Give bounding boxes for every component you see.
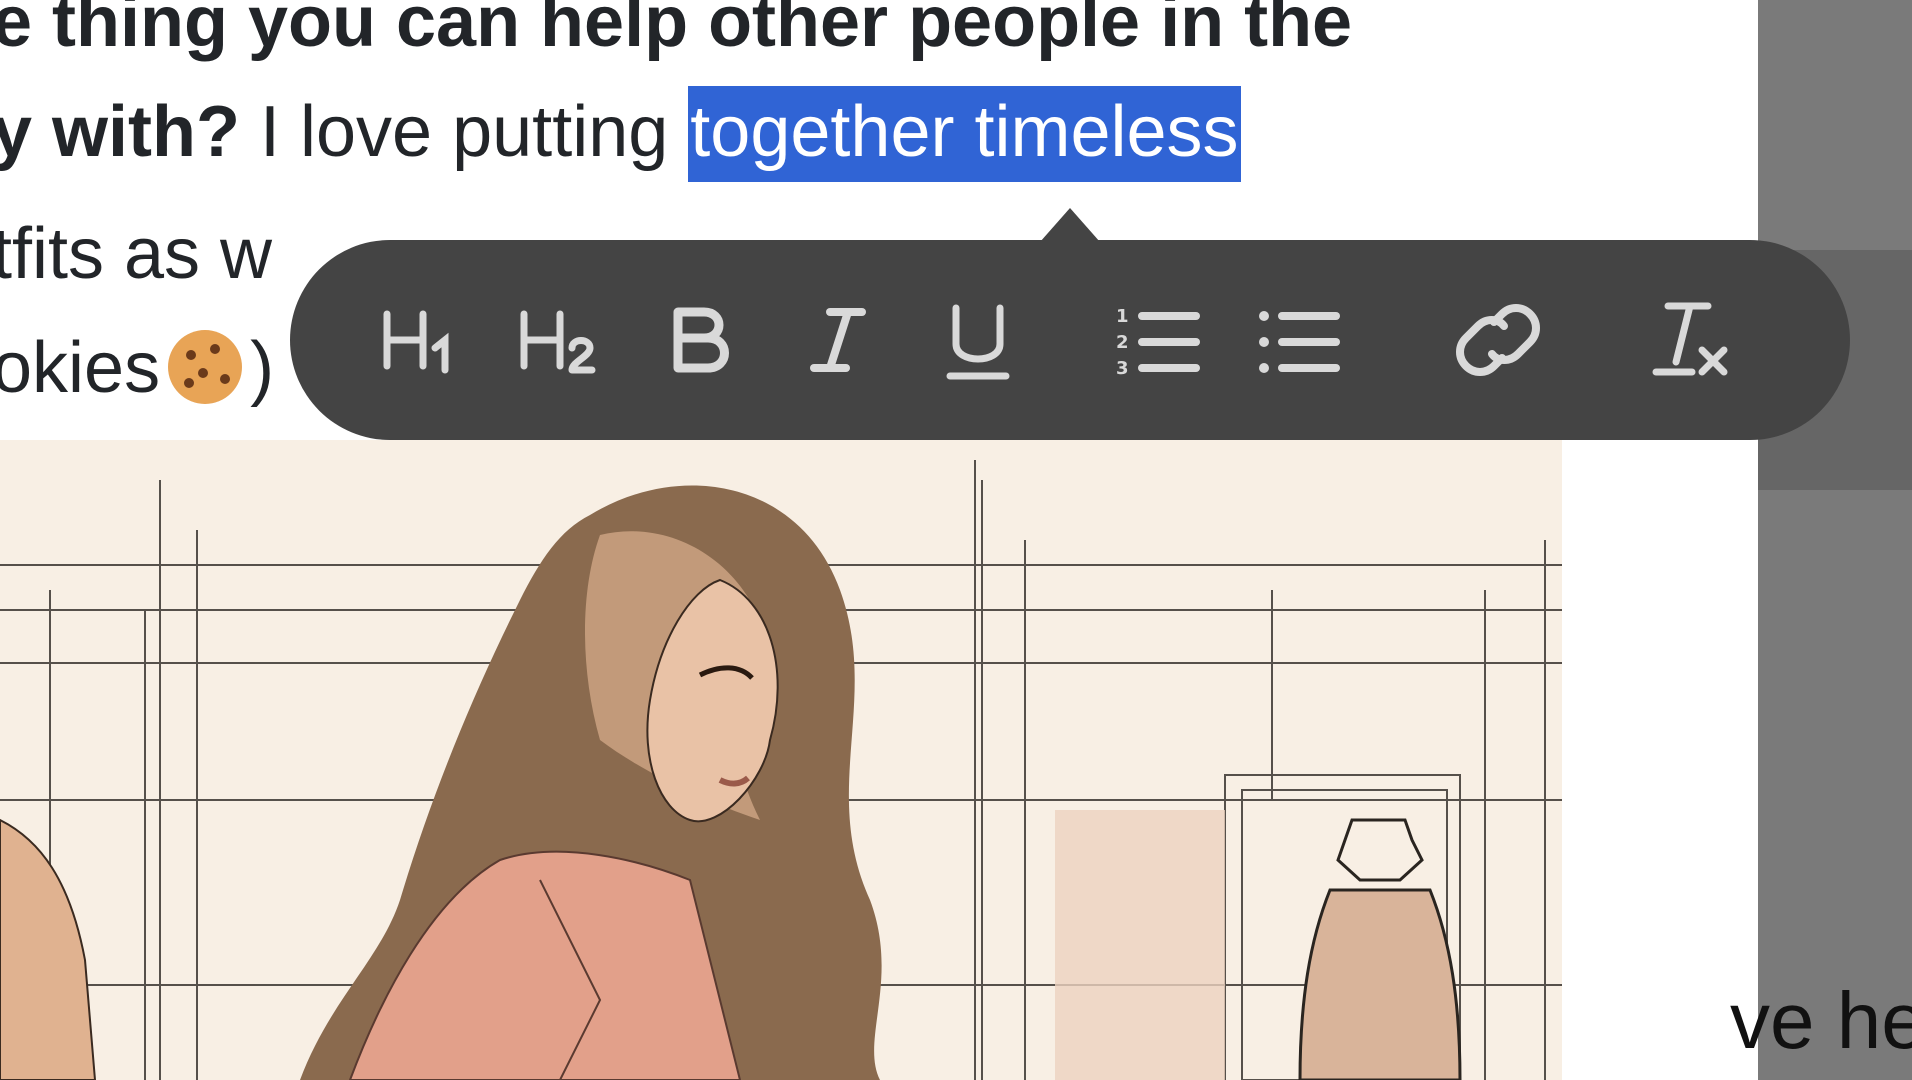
bullet-list-button[interactable]: [1238, 280, 1358, 400]
bold-button[interactable]: [638, 280, 758, 400]
side-text: ve he: [1730, 976, 1912, 1065]
heading-2-icon: [520, 310, 596, 374]
underline-button[interactable]: [918, 280, 1038, 400]
editor-page: e thing you can help other people in the…: [0, 0, 1758, 1080]
svg-text:2: 2: [1116, 332, 1129, 353]
clear-formatting-button[interactable]: [1630, 280, 1750, 400]
formatting-toolbar: 1 2 3: [290, 240, 1850, 440]
link-icon: [1456, 304, 1540, 376]
clear-formatting-icon: [1652, 302, 1728, 376]
italic-icon: [810, 308, 866, 372]
heading-1-icon: [383, 310, 449, 374]
selected-text[interactable]: together timeless: [688, 86, 1241, 182]
ordered-list-button[interactable]: 1 2 3: [1098, 280, 1218, 400]
bullet-list-icon: [1259, 311, 1340, 373]
text-line-4: okies): [0, 330, 274, 404]
underline-icon: [946, 304, 1010, 380]
heading-2-button[interactable]: [498, 280, 618, 400]
link-button[interactable]: [1438, 280, 1558, 400]
heading-1-button[interactable]: [359, 280, 479, 400]
cookies-text: okies: [0, 328, 161, 408]
answer-text: I love putting: [240, 92, 689, 172]
toolbar-caret: [1040, 208, 1100, 242]
fashion-sketch-image: [0, 440, 1562, 1080]
text-line-2: y with? I love putting together timeless: [0, 86, 1241, 182]
bold-icon: [673, 307, 729, 373]
text-line-1: e thing you can help other people in the: [0, 0, 1353, 62]
closing-paren-text: ): [250, 328, 275, 408]
svg-text:3: 3: [1116, 358, 1129, 379]
fashion-sketch-drawing: [0, 440, 1562, 1080]
svg-text:1: 1: [1116, 306, 1129, 327]
ordered-list-icon: 1 2 3: [1116, 306, 1200, 379]
cookie-emoji-icon: [168, 330, 243, 404]
italic-button[interactable]: [778, 280, 898, 400]
question-text: y with?: [0, 92, 240, 172]
text-line-3: tfits as w: [0, 214, 273, 294]
